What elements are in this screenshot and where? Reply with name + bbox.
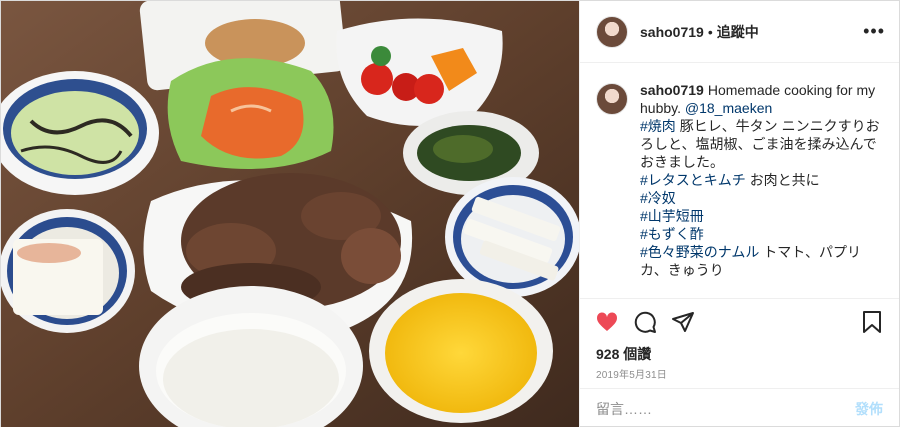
header-username[interactable]: saho0719 xyxy=(640,24,704,40)
caption-body: saho0719 Homemade cooking for my hubby. @… xyxy=(640,81,883,298)
caption-username[interactable]: saho0719 xyxy=(640,82,704,98)
post-photo[interactable] xyxy=(1,1,579,427)
following-status[interactable]: 追蹤中 xyxy=(717,22,759,42)
post-date[interactable]: 2019年5月31日 xyxy=(580,362,899,388)
post-header: saho0719 • 追蹤中 ••• xyxy=(580,1,899,63)
mention-link[interactable]: @18_maeken xyxy=(685,100,772,116)
post-sidebar: saho0719 • 追蹤中 ••• saho0719 Homemade cook… xyxy=(579,1,899,427)
comment-input[interactable]: 留言…… xyxy=(596,399,855,419)
more-icon[interactable]: ••• xyxy=(863,21,885,42)
post-comment-button[interactable]: 發佈 xyxy=(855,399,883,419)
avatar[interactable] xyxy=(596,15,628,48)
hashtag-link[interactable]: #焼肉 xyxy=(640,118,676,134)
caption-avatar[interactable] xyxy=(596,83,628,115)
separator-dot: • xyxy=(707,23,713,40)
hashtag-link[interactable]: #レタスとキムチ xyxy=(640,172,746,188)
caption: saho0719 Homemade cooking for my hubby. @… xyxy=(580,63,899,298)
comment-icon[interactable] xyxy=(632,309,658,335)
share-icon[interactable] xyxy=(670,309,696,335)
heart-icon[interactable] xyxy=(594,309,620,335)
hashtag-link[interactable]: #山芋短冊 xyxy=(640,208,704,224)
like-count[interactable]: 928 個讚 xyxy=(580,344,899,362)
hashtag-link[interactable]: #冷奴 xyxy=(640,190,676,206)
caption-text: お肉と共に xyxy=(749,172,820,188)
comment-box: 留言…… 發佈 xyxy=(580,388,899,427)
bookmark-icon[interactable] xyxy=(859,309,885,335)
food-photo-illustration xyxy=(1,1,579,427)
action-bar xyxy=(580,298,899,344)
instagram-post: saho0719 • 追蹤中 ••• saho0719 Homemade cook… xyxy=(0,0,900,427)
hashtag-link[interactable]: #色々野菜のナムル xyxy=(640,244,759,260)
hashtag-link[interactable]: #もずく酢 xyxy=(640,226,704,242)
caption-text: 豚ヒレ、牛タン ニンニクすりおろしと、塩胡椒、ごま油を揉み込んでおきました。 xyxy=(640,118,880,170)
